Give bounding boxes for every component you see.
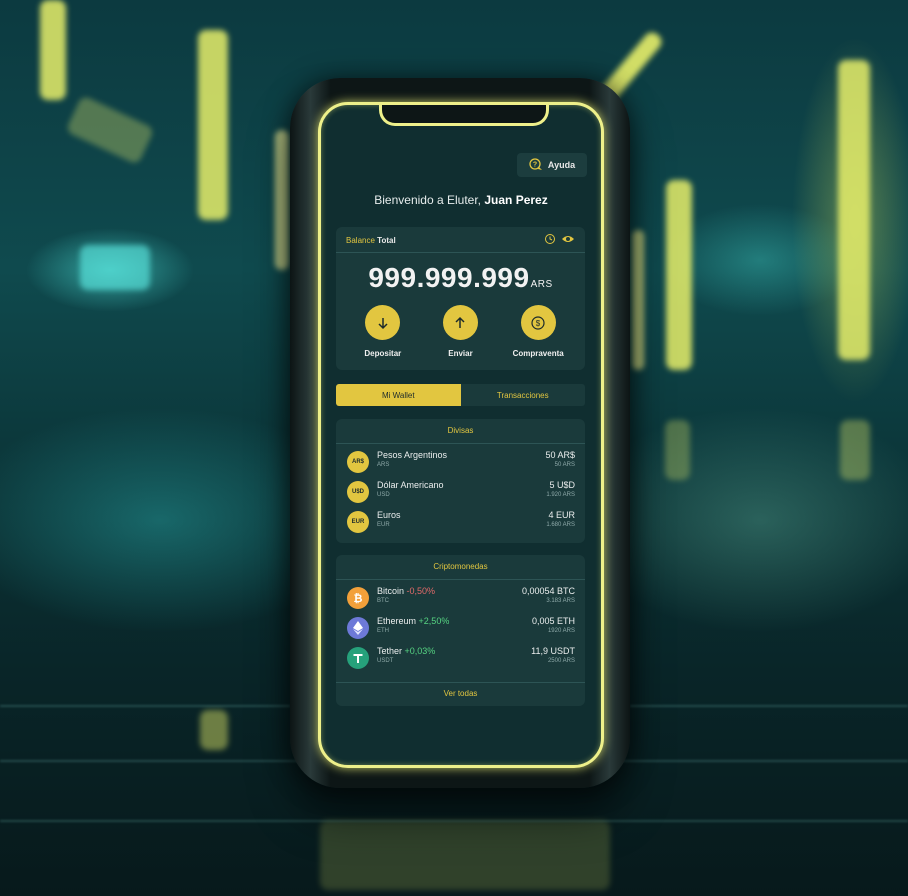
send-button[interactable]: Enviar [425,305,495,358]
balance-label-prefix: Balance [346,236,375,245]
crypto-amount: 0,005 ETH [531,616,575,626]
currency-converted: 1.680 ARS [546,522,575,528]
background-light-strip [65,94,155,166]
send-label: Enviar [448,349,473,358]
welcome-prefix: Bienvenido a Eluter, [374,193,482,207]
peso-icon: AR$ [347,451,369,473]
crypto-title: Criptomonedas [433,562,488,571]
crypto-name: Ethereum [377,616,417,626]
list-item[interactable]: ₿ Bitcoin -0,50% BTC 0,00054 BTC 3.183 A… [336,583,585,613]
balance-amount: 999.999.999ARS [336,262,585,294]
phone-screen: ? Ayuda Bienvenido a Eluter, Juan Perez … [318,102,604,768]
arrow-up-icon [442,305,478,340]
wallet-tabs: Mi Wallet Transacciones [336,384,585,406]
crypto-card: Criptomonedas ₿ Bitcoin -0,50% BTC 0,000… [336,555,585,706]
list-item[interactable]: Ethereum +2,50% ETH 0,005 ETH 1920 ARS [336,613,585,643]
background-light-strip [275,130,289,270]
currency-code: ARS [377,462,390,468]
euro-icon: EUR [347,511,369,533]
crypto-change: +2,50% [418,616,450,626]
coin-icon: $ [520,305,556,340]
ethereum-icon [347,617,369,639]
balance-currency: ARS [530,279,553,290]
floor-reflection [665,420,690,480]
currency-converted: 50 ARS [554,462,575,468]
crypto-divider [336,579,585,580]
floor-reflection [840,420,870,480]
svg-text:₿: ₿ [354,593,363,604]
dollar-icon: U$D [347,481,369,503]
list-item[interactable]: Tether +0,03% USDT 11,9 USDT 2500 ARS [336,643,585,673]
floor-reflection [200,710,228,750]
crypto-change: -0,50% [406,586,436,596]
tab-transacciones[interactable]: Transacciones [461,384,586,406]
balance-divider [336,252,585,253]
bitcoin-icon: ₿ [347,587,369,609]
currency-amount: 5 U$D [549,480,575,490]
crypto-converted: 2500 ARS [547,658,575,664]
crypto-amount: 11,9 USDT [531,646,575,656]
see-all-link[interactable]: Ver todas [336,683,585,705]
currency-name: Euros [377,510,401,520]
crypto-converted: 1920 ARS [547,628,575,634]
balance-actions: Depositar Enviar $ Compraventa [336,305,585,358]
user-name: Juan Perez [484,193,548,207]
floor-tile-line [0,820,908,822]
crypto-converted: 3.183 ARS [546,598,575,604]
balance-card: Balance Total 999.999.999ARS Depositar E… [336,227,585,370]
balance-controls [544,232,575,250]
currency-code: EUR [377,522,390,528]
currency-amount: 50 AR$ [545,450,575,460]
arrow-down-icon [365,305,401,340]
floor-tile-line [0,705,290,707]
background-light-strip [198,30,228,220]
currency-code: USD [377,492,390,498]
balance-label: Balance Total [346,236,396,245]
divisas-divider [336,443,585,444]
floor-tile-line [630,705,908,707]
crypto-code: USDT [377,658,394,664]
exchange-label: Compraventa [512,349,564,358]
help-chat-icon: ? [529,157,543,173]
currency-name: Pesos Argentinos [377,450,448,460]
crypto-name: Tether [377,646,403,656]
balance-label-strong: Total [377,236,396,245]
eye-icon[interactable] [561,232,575,250]
crypto-name-line: Ethereum +2,50% [377,616,449,626]
welcome-message: Bienvenido a Eluter, Juan Perez [321,193,601,207]
tab-mi-wallet[interactable]: Mi Wallet [336,384,461,406]
svg-text:$: $ [536,319,541,328]
list-item[interactable]: U$D Dólar Americano USD 5 U$D 1.920 ARS [336,477,585,507]
currency-amount: 4 EUR [548,510,575,520]
history-icon[interactable] [544,232,556,250]
svg-text:?: ? [533,161,537,168]
help-label: Ayuda [547,160,576,170]
crypto-code: ETH [377,628,389,634]
list-item[interactable]: AR$ Pesos Argentinos ARS 50 AR$ 50 ARS [336,447,585,477]
deposit-button[interactable]: Depositar [348,305,418,358]
crypto-name-line: Tether +0,03% [377,646,435,656]
floor-reflection [320,820,610,890]
crypto-code: BTC [377,598,389,604]
background-light-strip [40,0,66,100]
help-button[interactable]: ? Ayuda [517,153,587,177]
divisas-card: Divisas AR$ Pesos Argentinos ARS 50 AR$ … [336,419,585,543]
deposit-label: Depositar [364,349,402,358]
list-item[interactable]: EUR Euros EUR 4 EUR 1.680 ARS [336,507,585,537]
currency-converted: 1.920 ARS [546,492,575,498]
wallet-app: ? Ayuda Bienvenido a Eluter, Juan Perez … [321,105,601,765]
currency-name: Dólar Americano [377,480,444,490]
exchange-button[interactable]: $ Compraventa [503,305,573,358]
balance-value: 999.999.999 [368,262,530,293]
crypto-name: Bitcoin [377,586,405,596]
background-light-strip [632,230,644,370]
background-light-strip [666,180,692,370]
crypto-change: +0,03% [404,646,436,656]
background-light-strip [838,60,870,360]
background-light-strip [80,245,150,290]
crypto-amount: 0,00054 BTC [521,586,575,596]
divisas-title: Divisas [447,426,474,435]
crypto-name-line: Bitcoin -0,50% [377,586,435,596]
tether-icon [347,647,369,669]
